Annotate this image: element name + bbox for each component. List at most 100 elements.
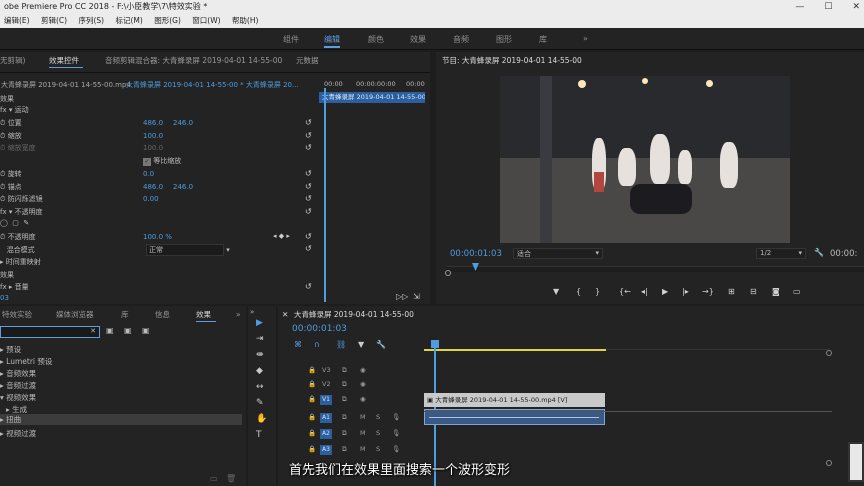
checkbox-icon[interactable]: ✓ <box>143 158 151 166</box>
hand-tool-icon[interactable]: ✋ <box>256 414 267 424</box>
tab-effects[interactable]: 效果 <box>196 308 211 322</box>
eye-icon[interactable]: ◉ <box>360 366 366 374</box>
menu-clip[interactable]: 剪辑(C) <box>41 16 67 25</box>
ec-playhead[interactable] <box>324 88 326 302</box>
ellipse-mask-icon[interactable]: ◯ <box>0 219 8 227</box>
scroll-handle-icon[interactable] <box>826 460 832 466</box>
linked-selection-icon[interactable]: ⛓ <box>336 340 346 349</box>
workspace-editing[interactable]: 编辑 <box>324 34 340 48</box>
tools-overflow[interactable]: » <box>250 308 254 316</box>
reset-icon[interactable]: ↺ <box>305 232 312 241</box>
track-target-a3[interactable]: A3 <box>320 445 332 455</box>
eye-icon[interactable]: ◉ <box>360 380 366 388</box>
ec-row-position[interactable]: ⏱ 位置 486.0 246.0 <box>0 118 193 129</box>
sequence-clip-name[interactable]: 大青蜂录屏 2019-04-01 14-55-00 * 大青蜂录屏 20... <box>126 80 299 90</box>
ec-clip-bar[interactable]: 大青蜂录屏 2019-04-01 14-55-00 <box>319 92 425 103</box>
slip-icon[interactable]: ↔ <box>256 382 264 392</box>
blend-mode-select[interactable]: 正常 <box>146 244 224 256</box>
ec-row-opacity-header[interactable]: fx ▾ 不透明度 <box>0 207 43 218</box>
effects-folder-lumetri[interactable]: ▸ Lumetri 预设 <box>0 356 52 367</box>
effects-folder-video-transitions[interactable]: ▸ 视频过渡 <box>0 428 36 439</box>
mark-in-icon[interactable]: { <box>576 287 581 296</box>
solo-button[interactable]: S <box>376 429 380 437</box>
chevron-down-icon[interactable]: ▾ <box>226 246 230 254</box>
sync-lock-icon[interactable]: ⧉ <box>342 366 347 375</box>
effects-search-input[interactable]: ✕ <box>0 326 100 338</box>
wrench-icon[interactable]: 🔧 <box>814 248 824 257</box>
play-icon[interactable]: ▶ <box>662 287 668 296</box>
lock-icon[interactable]: 🔒 <box>308 445 316 453</box>
mark-out-icon[interactable]: } <box>595 287 600 296</box>
ec-row-volume[interactable]: fx ▸ 音量 <box>0 282 29 293</box>
eye-icon[interactable]: ◉ <box>360 395 366 403</box>
lock-icon[interactable]: 🔒 <box>308 395 316 403</box>
ec-value[interactable]: 486.0 <box>143 183 173 191</box>
workspace-effects[interactable]: 效果 <box>410 34 426 45</box>
workspace-libraries[interactable]: 库 <box>539 34 547 45</box>
ec-value[interactable]: 100.0 % <box>143 233 172 241</box>
track-target-v1[interactable]: V1 <box>320 395 332 405</box>
menu-marker[interactable]: 标记(M) <box>115 16 142 25</box>
delete-icon[interactable]: 🗑 <box>226 474 236 483</box>
selection-tool-icon[interactable]: ▶ <box>256 318 263 328</box>
add-marker-icon[interactable]: ▼ <box>553 287 559 296</box>
timeline-timecode[interactable]: 00:00:01:03 <box>292 324 347 334</box>
tab-audio-mixer[interactable]: 音频剪辑混合器: 大青蜂录屏 2019-04-01 14-55-00 <box>105 54 282 68</box>
resolution-select[interactable]: 1/2 ▾ <box>756 248 806 259</box>
work-area-bar[interactable] <box>424 349 606 351</box>
step-back-icon[interactable]: ◂| <box>641 287 648 296</box>
mute-button[interactable]: M <box>360 445 366 453</box>
timeline-close-icon[interactable]: ✕ <box>282 308 288 322</box>
ec-row-anti-flicker[interactable]: ⏱ 防闪烁滤镜 0.00 <box>0 194 159 205</box>
workspace-graphics[interactable]: 图形 <box>496 34 512 45</box>
export-icon[interactable]: ⇲ <box>413 292 420 301</box>
fit-select[interactable]: 适合 ▾ <box>513 248 603 259</box>
effects-folder-video-effects[interactable]: ▾ 视频效果 <box>0 392 36 403</box>
track-target-a2[interactable]: A2 <box>320 429 332 439</box>
menu-graphics[interactable]: 图形(G) <box>154 16 181 25</box>
close-icon[interactable]: ✕ <box>852 0 860 14</box>
microphone-icon[interactable]: 🎙 <box>392 413 400 421</box>
overwrite-icon[interactable]: ⊟ <box>750 287 757 296</box>
reset-icon[interactable]: ↺ <box>305 182 312 191</box>
effects-folder-presets[interactable]: ▸ 预设 <box>0 344 21 355</box>
step-forward-icon[interactable]: |▸ <box>682 287 689 296</box>
timeline-settings-icon[interactable]: 🔧 <box>376 340 386 349</box>
razor-icon[interactable]: ◆ <box>256 366 263 376</box>
tab-overflow[interactable]: » <box>236 308 241 322</box>
filter-icon[interactable]: ▷▷ <box>396 292 408 301</box>
reset-icon[interactable]: ↺ <box>305 194 312 203</box>
menu-help[interactable]: 帮助(H) <box>232 16 259 25</box>
playhead-handle[interactable] <box>431 340 439 348</box>
workspace-assembly[interactable]: 组件 <box>283 34 299 45</box>
rectangle-mask-icon[interactable]: ▢ <box>12 219 19 227</box>
microphone-icon[interactable]: 🎙 <box>392 429 400 437</box>
tab-metadata[interactable]: 元数据 <box>296 54 319 68</box>
ec-row-scale[interactable]: ⏱ 缩放 100.0 <box>0 131 163 142</box>
lock-icon[interactable]: 🔒 <box>308 413 316 421</box>
reset-icon[interactable]: ↺ <box>305 207 312 216</box>
timeline-sequence-tab[interactable]: 大青蜂录屏 2019-04-01 14-55-00 <box>294 308 414 322</box>
lock-icon[interactable]: 🔒 <box>308 380 316 388</box>
scroll-handle-icon[interactable] <box>826 350 832 356</box>
track-select-icon[interactable]: ⇥ <box>256 334 264 344</box>
ec-row-time-remap[interactable]: ▸ 时间重映射 <box>0 257 41 268</box>
tab-libraries[interactable]: 库 <box>121 308 129 322</box>
program-tab[interactable]: 节目: 大青蜂录屏 2019-04-01 14-55-00 <box>442 54 582 68</box>
menu-sequence[interactable]: 序列(S) <box>78 16 104 25</box>
sync-lock-icon[interactable]: ⧉ <box>342 429 347 438</box>
effects-folder-audio-transitions[interactable]: ▸ 音频过渡 <box>0 380 36 391</box>
ec-row-anchor[interactable]: ⏱ 锚点 486.0 246.0 <box>0 182 193 193</box>
workspace-color[interactable]: 颜色 <box>368 34 384 45</box>
insert-icon[interactable]: ⊞ <box>728 287 735 296</box>
workspace-overflow[interactable]: » <box>583 34 588 43</box>
reset-icon[interactable]: ↺ <box>305 244 312 253</box>
tab-source[interactable]: 无剪辑) <box>0 54 25 68</box>
sync-lock-icon[interactable]: ⧉ <box>342 395 347 404</box>
tab-project[interactable]: 特效实验 <box>2 308 32 322</box>
ec-value[interactable]: 0.00 <box>143 195 159 203</box>
go-to-out-icon[interactable]: →} <box>702 287 714 296</box>
ec-row-motion[interactable]: fx ▾ 运动 <box>0 105 29 116</box>
button-editor-icon[interactable]: ▭ <box>793 287 801 296</box>
keyframe-nav-icon[interactable]: ◂ ◆ ▸ <box>273 232 290 240</box>
